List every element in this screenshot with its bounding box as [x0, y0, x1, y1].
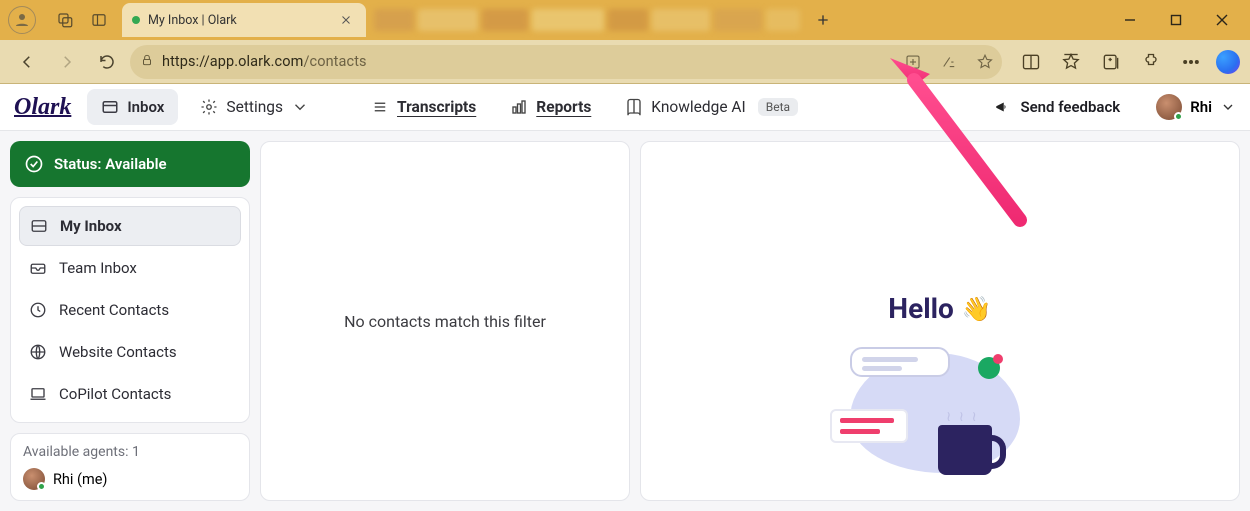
- megaphone-icon: [994, 98, 1012, 116]
- sidebar: Status: Available My Inbox Team Inbox Re…: [10, 141, 250, 501]
- sidebar-item-copilot-contacts[interactable]: CoPilot Contacts: [19, 374, 241, 414]
- agent-row[interactable]: Rhi (me): [23, 468, 237, 490]
- sidebar-item-recent-contacts[interactable]: Recent Contacts: [19, 290, 241, 330]
- window-minimize-button[interactable]: [1108, 5, 1152, 35]
- chevron-down-icon: [291, 98, 309, 116]
- agents-card: Available agents: 1 Rhi (me): [10, 433, 250, 501]
- reports-link[interactable]: Reports: [498, 89, 603, 125]
- send-feedback-button[interactable]: Send feedback: [994, 98, 1120, 116]
- window-maximize-button[interactable]: [1154, 5, 1198, 35]
- status-button[interactable]: Status: Available: [10, 141, 250, 187]
- address-bar[interactable]: https://app.olark.com/contacts: [130, 45, 1002, 79]
- new-tab-button[interactable]: [808, 5, 838, 35]
- knowledge-ai-link[interactable]: Knowledge AI Beta: [613, 89, 810, 125]
- read-aloud-icon[interactable]: [938, 51, 960, 73]
- list-icon: [371, 98, 389, 116]
- sidebar-item-my-inbox[interactable]: My Inbox: [19, 206, 241, 246]
- more-menu-icon[interactable]: [1176, 47, 1206, 77]
- tab-close-icon[interactable]: [336, 10, 356, 30]
- brand-logo[interactable]: Olark: [14, 94, 71, 121]
- browser-toolbar: https://app.olark.com/contacts: [0, 40, 1250, 84]
- detail-panel: Hello 👋 ≀ ≀ ≀: [640, 141, 1240, 501]
- avatar: [23, 468, 45, 490]
- tab-title: My Inbox | Olark: [148, 13, 328, 28]
- tab-actions-icon[interactable]: [82, 5, 116, 35]
- chevron-down-icon: [1220, 99, 1236, 115]
- beta-badge: Beta: [758, 98, 798, 116]
- browser-profile-button[interactable]: [8, 6, 36, 34]
- settings-menu[interactable]: Settings: [188, 89, 321, 125]
- hello-heading: Hello 👋: [888, 292, 991, 325]
- shopping-icon[interactable]: [902, 51, 924, 73]
- browser-tab[interactable]: My Inbox | Olark: [122, 3, 366, 37]
- gear-icon: [200, 98, 218, 116]
- inbox-button-label: Inbox: [127, 98, 164, 116]
- transcripts-link[interactable]: Transcripts: [359, 89, 488, 125]
- url-text: https://app.olark.com/contacts: [162, 53, 367, 70]
- laptop-icon: [29, 385, 47, 403]
- avatar: [1156, 94, 1182, 120]
- forward-button[interactable]: [50, 45, 84, 79]
- book-icon: [625, 98, 643, 116]
- history-icon: [29, 301, 47, 319]
- sidebar-item-team-inbox[interactable]: Team Inbox: [19, 248, 241, 288]
- lock-icon: [140, 52, 154, 71]
- empty-state-text: No contacts match this filter: [261, 142, 629, 500]
- wave-icon: 👋: [962, 295, 992, 323]
- online-dot-icon: [1174, 112, 1183, 121]
- window-close-button[interactable]: [1200, 5, 1244, 35]
- hello-illustration: ≀ ≀ ≀: [830, 337, 1050, 487]
- sidebar-nav: My Inbox Team Inbox Recent Contacts Webs…: [10, 197, 250, 423]
- browser-extension-icon[interactable]: [1136, 47, 1166, 77]
- page-viewport: Olark Inbox Settings Transcripts Reports: [0, 84, 1250, 511]
- copilot-icon[interactable]: [1216, 50, 1240, 74]
- back-button[interactable]: [10, 45, 44, 79]
- online-dot-icon: [37, 482, 46, 491]
- inbox-button[interactable]: Inbox: [87, 89, 178, 125]
- sidebar-item-website-contacts[interactable]: Website Contacts: [19, 332, 241, 372]
- globe-icon: [29, 343, 47, 361]
- team-inbox-icon: [29, 259, 47, 277]
- inbox-icon: [30, 217, 48, 235]
- app-header: Olark Inbox Settings Transcripts Reports: [0, 84, 1250, 131]
- refresh-button[interactable]: [90, 45, 124, 79]
- bar-chart-icon: [510, 98, 528, 116]
- favorites-bar-icon[interactable]: [1056, 47, 1086, 77]
- contacts-list-panel: No contacts match this filter: [260, 141, 630, 501]
- collections-icon[interactable]: [1096, 47, 1126, 77]
- other-tabs-blurred: [374, 7, 800, 33]
- tab-favicon: [132, 16, 140, 24]
- window-title-bar: My Inbox | Olark: [0, 0, 1250, 40]
- favorite-star-icon[interactable]: [974, 51, 996, 73]
- user-menu[interactable]: Rhi: [1156, 94, 1236, 120]
- split-screen-icon[interactable]: [1016, 47, 1046, 77]
- agents-title: Available agents: 1: [23, 444, 237, 460]
- workspaces-icon[interactable]: [48, 5, 82, 35]
- check-circle-icon: [24, 154, 44, 174]
